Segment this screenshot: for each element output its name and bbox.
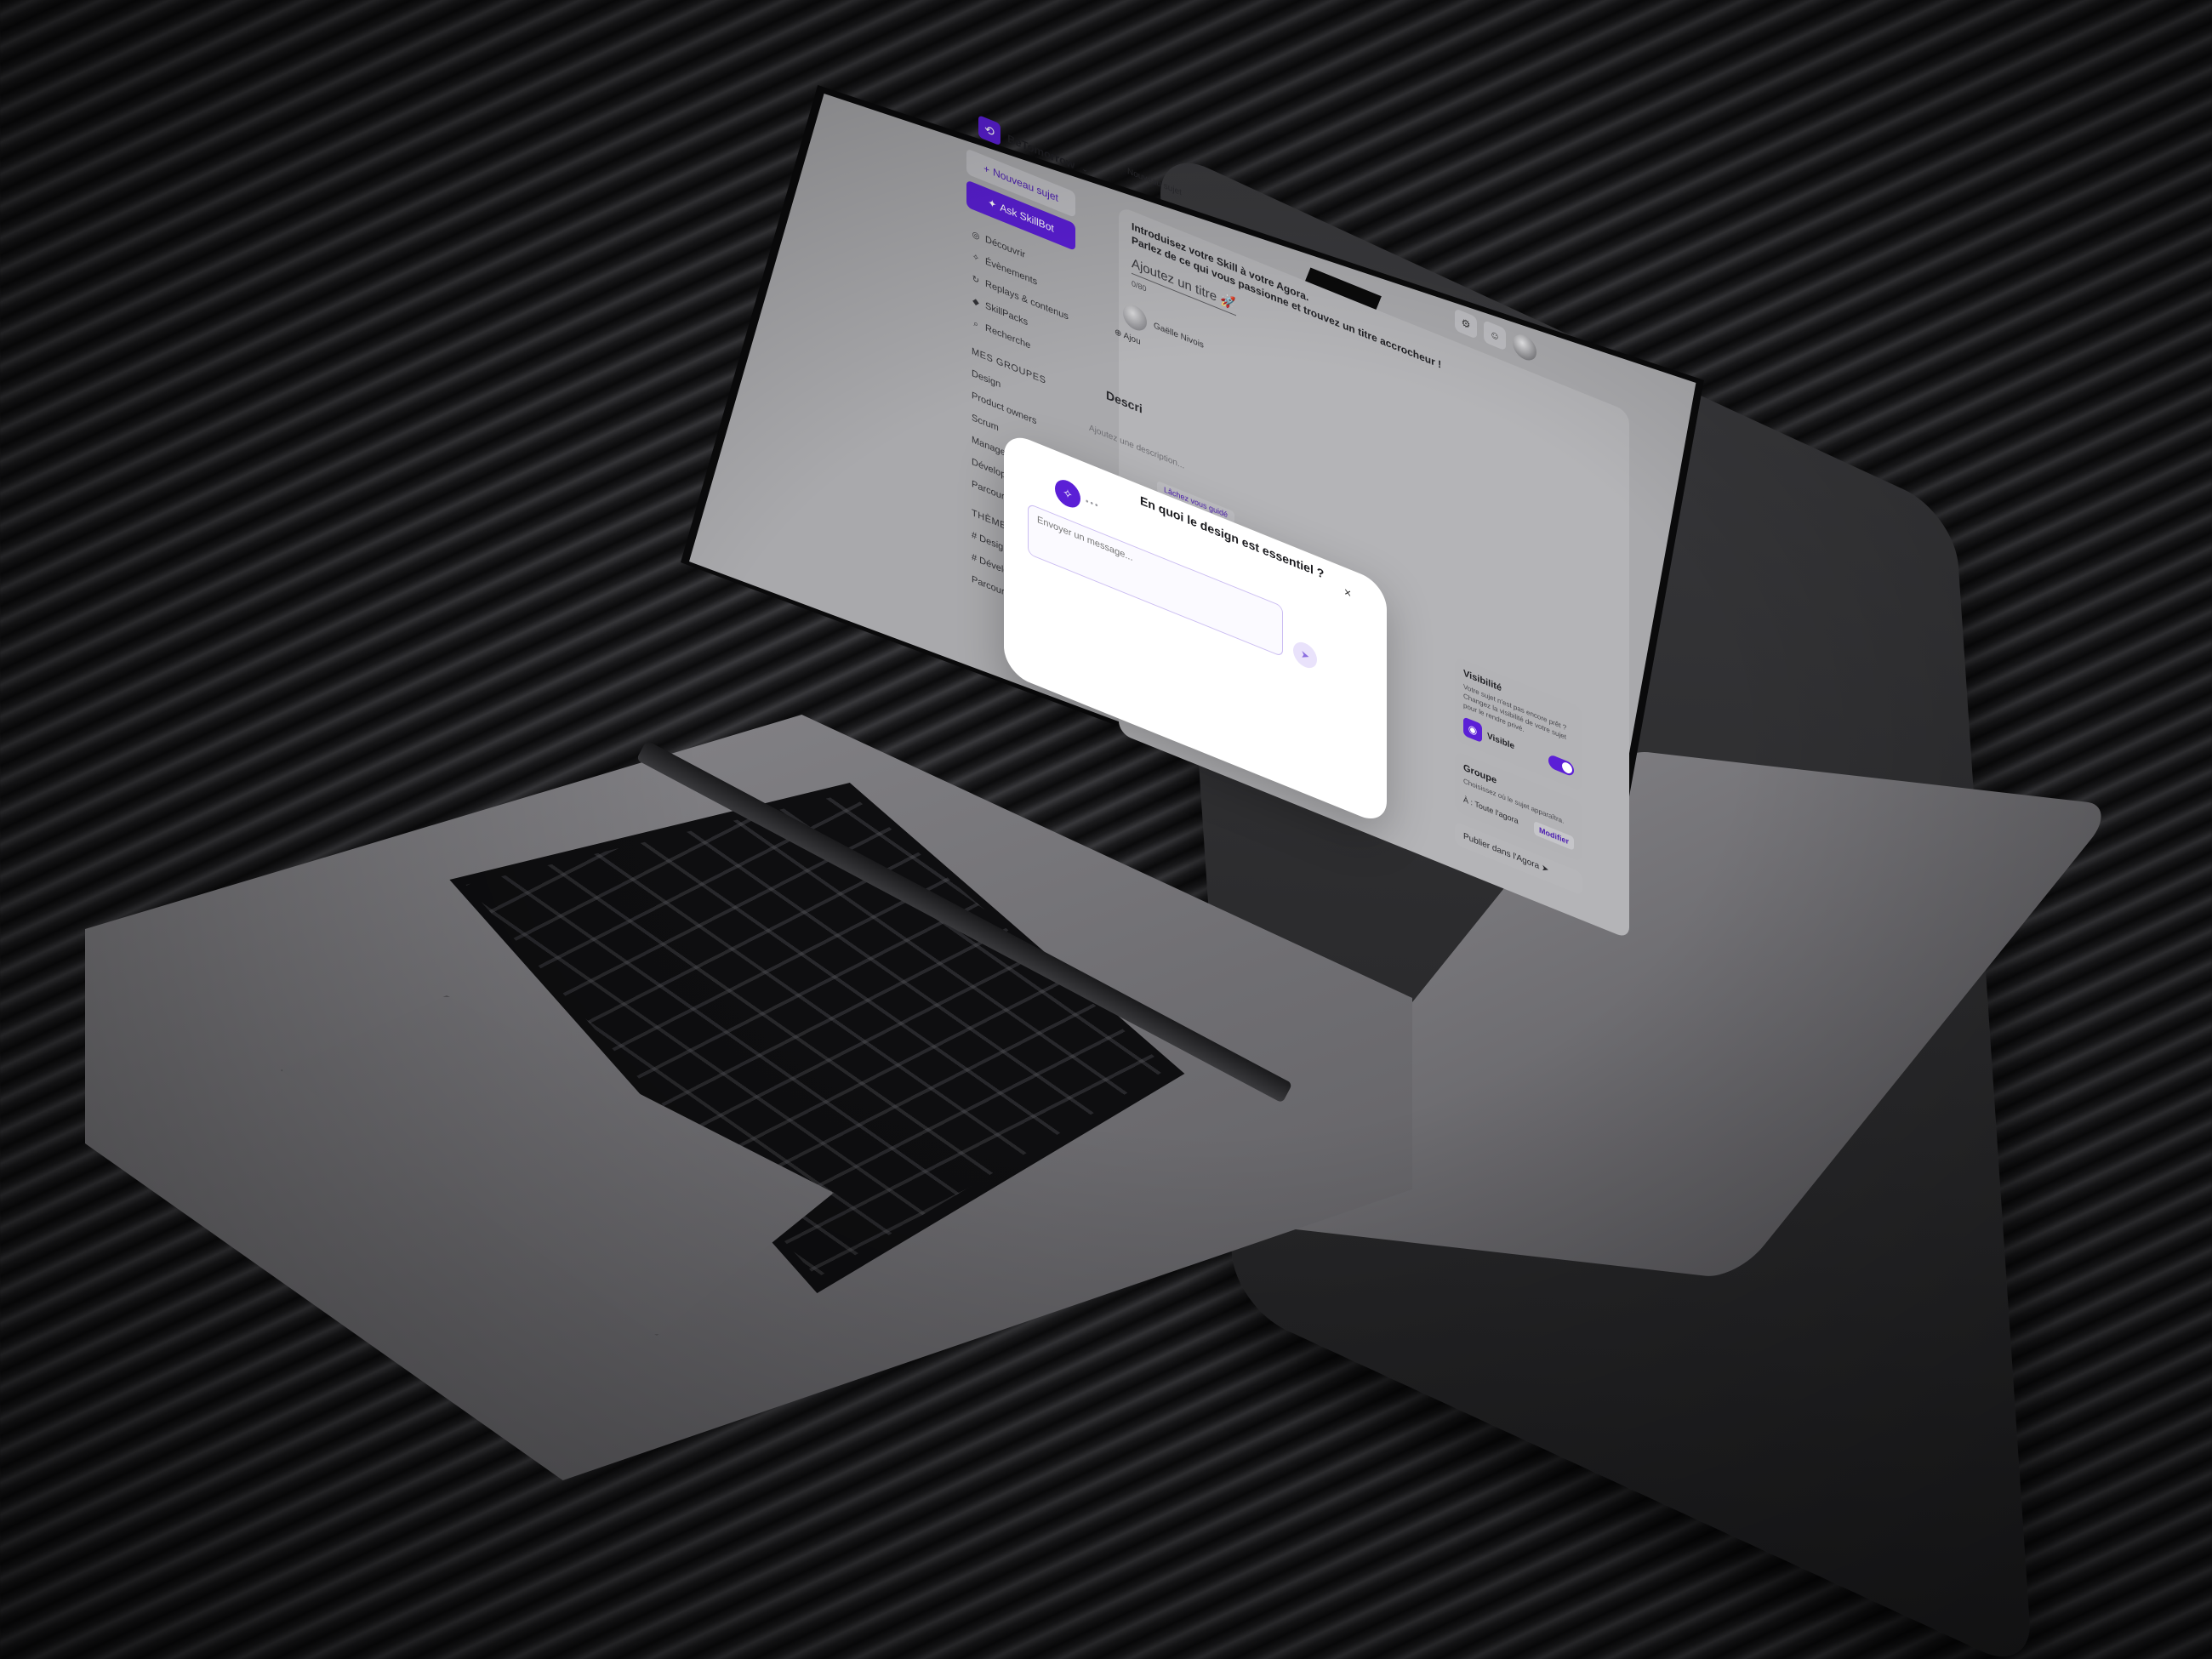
close-icon[interactable]: × (1344, 584, 1351, 601)
bot-icon[interactable]: ☺ (1484, 319, 1506, 351)
visibility-toggle[interactable] (1548, 753, 1574, 778)
chevron-down-icon: ⌄ (1081, 162, 1088, 174)
pack-icon: ◆ (972, 295, 979, 308)
compass-icon: ◎ (972, 229, 980, 242)
eye-icon: ◉ (1463, 716, 1482, 744)
message-input[interactable] (1028, 503, 1283, 658)
send-message-button[interactable]: ➤ (1293, 638, 1317, 672)
sparkle-icon: ✧ (972, 251, 980, 264)
gear-icon[interactable]: ⚙ (1455, 308, 1477, 339)
page-title: Nouveau sujet (1127, 166, 1182, 198)
search-icon: ⌕ (973, 318, 978, 330)
magic-wand-icon: ✦ (988, 196, 997, 212)
send-icon: ➤ (1300, 647, 1310, 664)
typing-indicator: ••• (1086, 496, 1100, 512)
brand-logo-icon: ⟲ (978, 115, 1001, 146)
user-avatar[interactable] (1513, 330, 1536, 365)
send-icon: ➤ (1541, 863, 1549, 875)
plus-icon: + (983, 162, 990, 177)
replay-icon: ↻ (972, 273, 980, 286)
bot-avatar-icon: ✧ (1055, 476, 1080, 512)
visibility-state: Visible (1487, 731, 1515, 752)
brand-name: BeTomorrow (1007, 131, 1075, 172)
